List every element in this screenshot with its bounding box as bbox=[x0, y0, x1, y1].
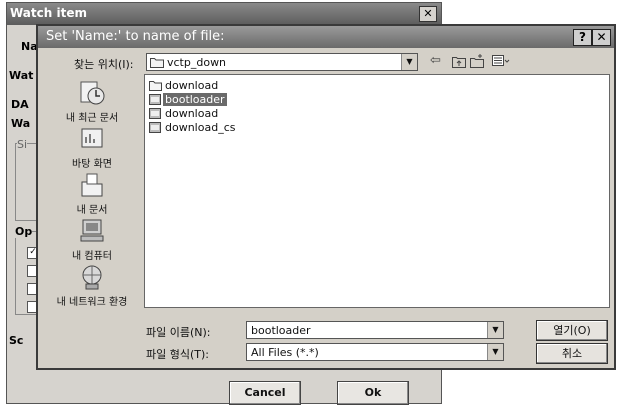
places-bar: 내 최근 문서 바탕 화면 내 문서 내 컴퓨터 내 네트워크 환경 bbox=[40, 78, 144, 310]
filetype-value: All Files (*.*) bbox=[251, 346, 319, 359]
up-folder-icon[interactable] bbox=[452, 55, 466, 68]
watch-cancel-button[interactable]: Cancel bbox=[229, 381, 301, 405]
scope-label: Sc bbox=[9, 334, 24, 347]
file-name: download_cs bbox=[165, 121, 236, 134]
cancel-button[interactable]: 취소 bbox=[536, 343, 608, 364]
view-menu-icon[interactable] bbox=[492, 55, 510, 67]
look-in-label: 찾는 위치(I): bbox=[74, 58, 134, 71]
place-network[interactable]: 내 네트워크 환경 bbox=[40, 262, 144, 308]
place-label-computer: 내 컴퓨터 bbox=[72, 251, 112, 262]
filetype-dropdown[interactable]: All Files (*.*) ▼ bbox=[246, 343, 504, 361]
filename-input[interactable]: bootloader ▼ bbox=[246, 321, 504, 339]
place-my-computer[interactable]: 내 컴퓨터 bbox=[40, 216, 144, 262]
dialog-title: Set 'Name:' to name of file: bbox=[46, 29, 225, 44]
help-button[interactable]: ? bbox=[573, 29, 592, 46]
look-in-value: vctp_down bbox=[167, 56, 227, 69]
place-label-recent: 내 최근 문서 bbox=[65, 113, 119, 124]
watch-label: Wat bbox=[9, 69, 34, 82]
file-icon bbox=[149, 122, 161, 133]
filename-value: bootloader bbox=[251, 324, 311, 337]
file-open-dialog: Set 'Name:' to name of file: ? ✕ 찾는 위치(I… bbox=[36, 24, 616, 370]
file-name: download bbox=[165, 107, 219, 120]
watch-item-close-button[interactable]: ✕ bbox=[419, 6, 437, 22]
options-group-label: Op bbox=[15, 225, 33, 238]
filetype-label: 파일 형식(T): bbox=[146, 348, 209, 361]
place-my-documents[interactable]: 내 문서 bbox=[40, 170, 144, 216]
filename-label: 파일 이름(N): bbox=[146, 326, 211, 339]
open-button[interactable]: 열기(O) bbox=[536, 320, 608, 341]
watch-item-title: Watch item bbox=[10, 6, 87, 20]
chevron-down-icon[interactable]: ▼ bbox=[487, 322, 503, 338]
watch-item-title-bar: Watch item bbox=[7, 3, 441, 25]
file-name: download bbox=[165, 79, 219, 92]
place-label-network: 내 네트워크 환경 bbox=[56, 297, 128, 308]
data-label: DA bbox=[11, 98, 29, 111]
look-in-dropdown[interactable]: vctp_down ▼ bbox=[146, 53, 418, 71]
folder-icon bbox=[150, 58, 164, 68]
place-desktop[interactable]: 바탕 화면 bbox=[40, 124, 144, 170]
back-icon[interactable]: ⇦ bbox=[430, 54, 441, 68]
my-computer-icon bbox=[80, 219, 104, 242]
dialog-title-bar: Set 'Name:' to name of file: bbox=[38, 26, 614, 48]
new-folder-icon[interactable] bbox=[470, 53, 485, 68]
file-list[interactable]: download bootloader download download_cs bbox=[144, 74, 610, 308]
chevron-down-icon[interactable]: ▼ bbox=[401, 54, 417, 70]
place-label-desktop: 바탕 화면 bbox=[72, 159, 112, 170]
recent-documents-icon bbox=[80, 81, 105, 105]
place-recent-documents[interactable]: 내 최근 문서 bbox=[40, 78, 144, 124]
close-button[interactable]: ✕ bbox=[592, 29, 611, 46]
size-group-label: Si bbox=[17, 138, 28, 151]
wa-label: Wa bbox=[11, 117, 31, 130]
file-icon bbox=[149, 108, 161, 119]
file-icon bbox=[149, 94, 161, 105]
folder-icon bbox=[149, 81, 162, 91]
chevron-down-icon[interactable]: ▼ bbox=[487, 344, 503, 360]
watch-ok-button[interactable]: Ok bbox=[337, 381, 409, 405]
desktop-icon bbox=[81, 128, 103, 148]
my-documents-icon bbox=[81, 173, 103, 197]
place-label-documents: 내 문서 bbox=[76, 205, 108, 216]
network-places-icon bbox=[82, 265, 102, 290]
file-name: bootloader bbox=[163, 93, 227, 106]
